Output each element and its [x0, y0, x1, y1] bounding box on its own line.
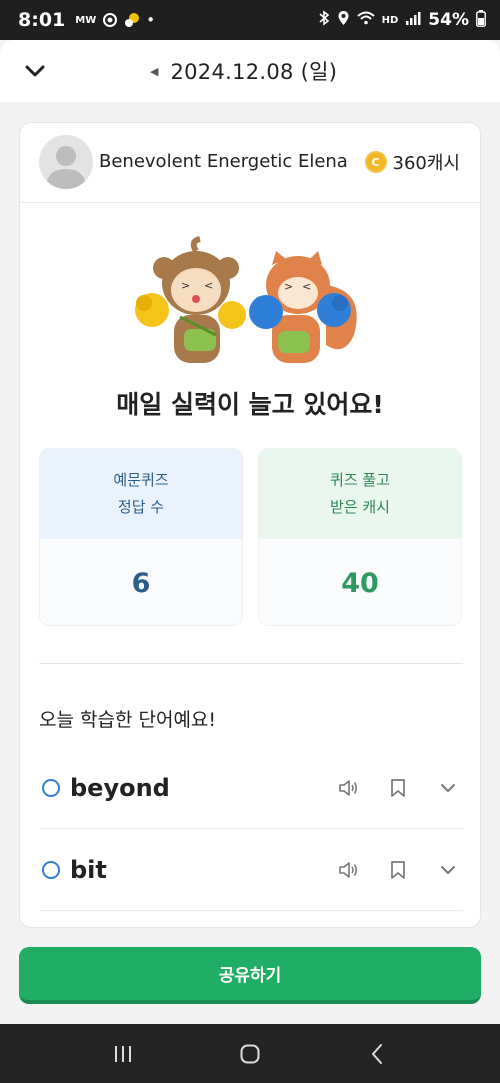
home-icon	[240, 1044, 260, 1063]
app-notification-icon	[124, 12, 140, 28]
quiz-label-line2: 정답 수	[117, 498, 165, 516]
home-button[interactable]	[230, 1034, 270, 1074]
wifi-icon	[356, 11, 375, 29]
quiz-cash-value: 40	[259, 539, 461, 625]
word-row[interactable]: beyond	[39, 747, 463, 829]
bookmark-icon[interactable]	[383, 855, 413, 885]
settings-gear-icon	[102, 12, 118, 28]
collapse-button[interactable]	[18, 54, 52, 88]
current-date: 2024.12.08 (일)	[170, 60, 338, 84]
svg-text:<: <	[302, 280, 311, 293]
notification-dot-icon: •	[146, 11, 156, 29]
back-chevron-icon	[371, 1043, 382, 1064]
word-text: beyond	[70, 773, 170, 802]
word-text: bit	[70, 855, 107, 884]
prev-date-icon[interactable]: ◀	[150, 65, 158, 78]
quiz-label-line1: 예문퀴즈	[113, 471, 169, 489]
quiz-cash-stat: 퀴즈 풀고 받은 캐시 40	[258, 448, 462, 626]
section-divider	[39, 663, 463, 664]
share-button[interactable]: 공유하기	[19, 947, 481, 1004]
battery-percent: 54%	[428, 10, 469, 30]
date-selector[interactable]: ◀ 2024.12.08 (일)	[150, 56, 337, 86]
chevron-down-icon[interactable]	[433, 773, 463, 803]
learning-summary-card: Benevolent Energetic Elena C 360캐시 > < >…	[19, 122, 481, 928]
cash-label-line2: 받은 캐시	[330, 498, 390, 516]
location-icon	[337, 10, 350, 30]
recent-apps-icon	[115, 1045, 132, 1062]
top-header: ◀ 2024.12.08 (일)	[0, 40, 500, 102]
hd-voice-badge: HD	[381, 14, 399, 26]
cash-amount: 360캐시	[392, 153, 460, 174]
quiz-cash-label: 퀴즈 풀고 받은 캐시	[259, 449, 461, 539]
bluetooth-icon	[318, 10, 330, 30]
chevron-down-icon[interactable]	[433, 855, 463, 885]
word-actions	[313, 855, 463, 885]
status-right-group: HD 54%	[318, 9, 486, 31]
words-section-title: 오늘 학습한 단어예요!	[39, 709, 217, 731]
word-row[interactable]: bit	[39, 829, 463, 911]
speaker-icon[interactable]	[333, 773, 363, 803]
profile-row: Benevolent Energetic Elena C 360캐시	[20, 123, 480, 203]
chevron-down-icon	[25, 65, 45, 77]
word-status-circle-icon	[42, 860, 60, 879]
word-status-circle-icon	[42, 778, 60, 797]
cash-label-line1: 퀴즈 풀고	[330, 471, 390, 489]
svg-text:>: >	[284, 280, 293, 293]
coin-icon: C	[364, 151, 387, 173]
quiz-correct-stat: 예문퀴즈 정답 수 6	[39, 448, 243, 626]
headline: 매일 실력이 늘고 있어요!	[116, 390, 384, 419]
avatar	[39, 135, 93, 189]
speaker-icon[interactable]	[333, 855, 363, 885]
mascot-cheering-illustration: > < > <	[135, 236, 357, 363]
quiz-correct-label: 예문퀴즈 정답 수	[40, 449, 242, 539]
signal-icon	[405, 11, 421, 29]
battery-icon	[476, 9, 486, 31]
svg-text:<: <	[204, 279, 213, 292]
bookmark-icon[interactable]	[383, 773, 413, 803]
cash-balance: C 360캐시	[364, 149, 460, 175]
user-name: Benevolent Energetic Elena	[99, 151, 348, 172]
status-bar: 8:01 MW • HD 54%	[0, 0, 500, 40]
status-time: 8:01	[18, 9, 66, 31]
back-button[interactable]	[357, 1034, 397, 1074]
recent-apps-button[interactable]	[103, 1034, 143, 1074]
system-nav-bar	[0, 1024, 500, 1083]
quiz-correct-value: 6	[40, 539, 242, 625]
word-actions	[313, 773, 463, 803]
carrier-badge: MW	[75, 14, 97, 26]
svg-text:>: >	[181, 279, 190, 292]
